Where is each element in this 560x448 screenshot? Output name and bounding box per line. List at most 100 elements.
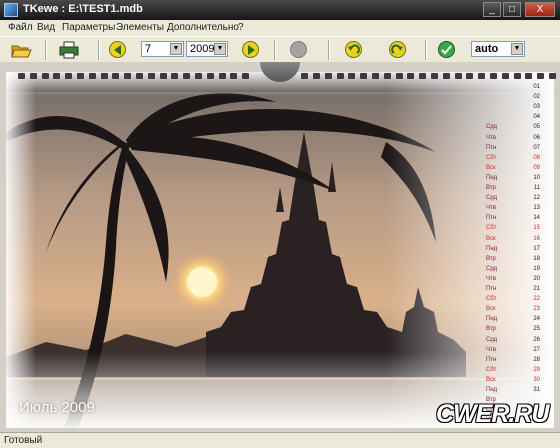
day-row: Чтв 27 [482, 345, 546, 355]
menu-file[interactable]: Файл [8, 22, 33, 33]
maximize-button[interactable]: □ [503, 2, 521, 17]
zoom-select[interactable]: auto ▼ [471, 41, 525, 57]
toolbar-separator [98, 40, 100, 60]
weekday-label: Пнд [486, 316, 498, 323]
status-text: Готовый [4, 435, 43, 446]
weekday-label: Птн [486, 144, 497, 151]
weekday-label: Сбт [486, 154, 497, 161]
sunset-temple-image [6, 72, 554, 428]
day-number: 26 [533, 336, 540, 343]
day-number: 06 [533, 134, 540, 141]
watermark-text: CWER.RU [436, 400, 549, 428]
day-row: Вск 30 [482, 375, 546, 385]
day-number: 11 [533, 185, 540, 191]
printer-icon [59, 41, 79, 59]
app-icon [4, 3, 18, 17]
day-row: Вск 09 [482, 163, 546, 173]
day-row: Птн 07 [482, 143, 546, 153]
open-folder-icon [11, 45, 32, 58]
day-number: 01 [533, 84, 540, 90]
day-row: Птн 21 [482, 284, 546, 294]
binding-ring [147, 73, 155, 79]
day-row: Пнд 31 [482, 385, 546, 395]
binding-ring [77, 73, 84, 79]
weekday-label: Срд [486, 265, 498, 272]
binding-ring [442, 73, 450, 79]
day-number: 19 [533, 265, 540, 272]
day-row: Втр 25 [482, 324, 546, 334]
watermark-logo: CWER.RU [436, 400, 549, 429]
open-folder-button[interactable] [10, 40, 32, 60]
toolbar-separator [45, 40, 47, 60]
weekday-label: Птн [486, 215, 497, 222]
rotate-left-icon [348, 44, 360, 54]
day-number: 10 [533, 174, 540, 181]
menu-parameters[interactable]: Параметры [62, 22, 115, 33]
day-row: Втр 11 [482, 183, 546, 193]
chevron-down-icon: ▼ [511, 43, 523, 55]
binding-ring [65, 73, 73, 79]
day-row: 04 [482, 112, 546, 122]
stop-button[interactable] [288, 40, 310, 60]
day-number: 18 [533, 255, 540, 262]
binding-ring [348, 73, 356, 79]
apply-button[interactable] [436, 40, 458, 60]
weekday-label: Сбт [486, 366, 497, 373]
month-select[interactable]: 7 ▼ [141, 41, 184, 57]
day-number: 09 [533, 164, 540, 171]
year-select[interactable]: 2009 ▼ [186, 41, 228, 57]
rotate-right-icon [391, 44, 403, 54]
binding-ring [29, 73, 37, 79]
menu-help[interactable]: ? [238, 22, 244, 33]
day-list: 01 02 03 04 Срд 05 Чтв 06 Птн 07 Сбт 08 Вск 09 Пнд 10 Вт… [482, 82, 546, 428]
day-number: 29 [533, 366, 540, 373]
weekday-label: Втр [486, 326, 496, 333]
binding-ring [537, 73, 545, 79]
day-number: 30 [533, 376, 540, 383]
binding-ring [171, 73, 179, 79]
title-bar[interactable]: TKewe : E:\TEST1.mdb _ □ X [0, 0, 560, 20]
close-button[interactable]: X [525, 2, 555, 17]
minimize-button[interactable]: _ [483, 2, 501, 17]
rotate-right-button[interactable] [387, 40, 409, 60]
month-value: 7 [145, 43, 152, 55]
toolbar-separator [425, 40, 427, 60]
arrow-right-icon [248, 45, 255, 55]
binding-ring [159, 73, 167, 79]
weekday-label: Пнд [486, 387, 498, 393]
binding-ring [490, 73, 497, 79]
day-number: 04 [533, 114, 540, 121]
binding-ring [230, 73, 238, 79]
year-value: 2009 [190, 43, 215, 55]
menu-elements[interactable]: Элементы [116, 22, 164, 33]
previous-button[interactable] [107, 40, 129, 60]
day-row: Сбт 15 [482, 223, 546, 233]
binding-ring [88, 73, 96, 79]
binding-ring [501, 73, 509, 79]
month-label: Июль 2009 [19, 399, 95, 416]
menu-additional[interactable]: Дополнительно [167, 22, 239, 33]
day-row: Чтв 20 [482, 274, 546, 284]
rotate-left-button[interactable] [343, 40, 365, 60]
binding-ring [112, 73, 120, 79]
print-button[interactable] [58, 40, 80, 60]
weekday-label: Срд [486, 195, 498, 202]
binding-ring [301, 73, 309, 79]
weekday-label: Вск [486, 376, 496, 383]
binding-ring [431, 73, 438, 79]
binding-ring [124, 73, 132, 79]
binding-ring [383, 73, 391, 79]
application-window: TKewe : E:\TEST1.mdb _ □ X Файл Вид Пара… [0, 0, 560, 448]
day-row: 02 [482, 92, 546, 102]
binding-ring [454, 73, 462, 79]
chevron-down-icon: ▼ [214, 43, 226, 55]
day-number: 25 [533, 326, 540, 333]
day-number: 27 [533, 346, 540, 353]
calendar-page: Июль 2009 01 02 03 04 Срд 05 Чтв 06 Птн 07 Сбт 08 Вс… [0, 62, 560, 432]
next-button[interactable] [240, 40, 262, 60]
binding-ring [218, 73, 226, 79]
day-row: Срд 05 [482, 122, 546, 132]
menu-view[interactable]: Вид [37, 22, 55, 33]
binding-ring [336, 73, 344, 79]
weekday-label: Втр [486, 255, 496, 262]
